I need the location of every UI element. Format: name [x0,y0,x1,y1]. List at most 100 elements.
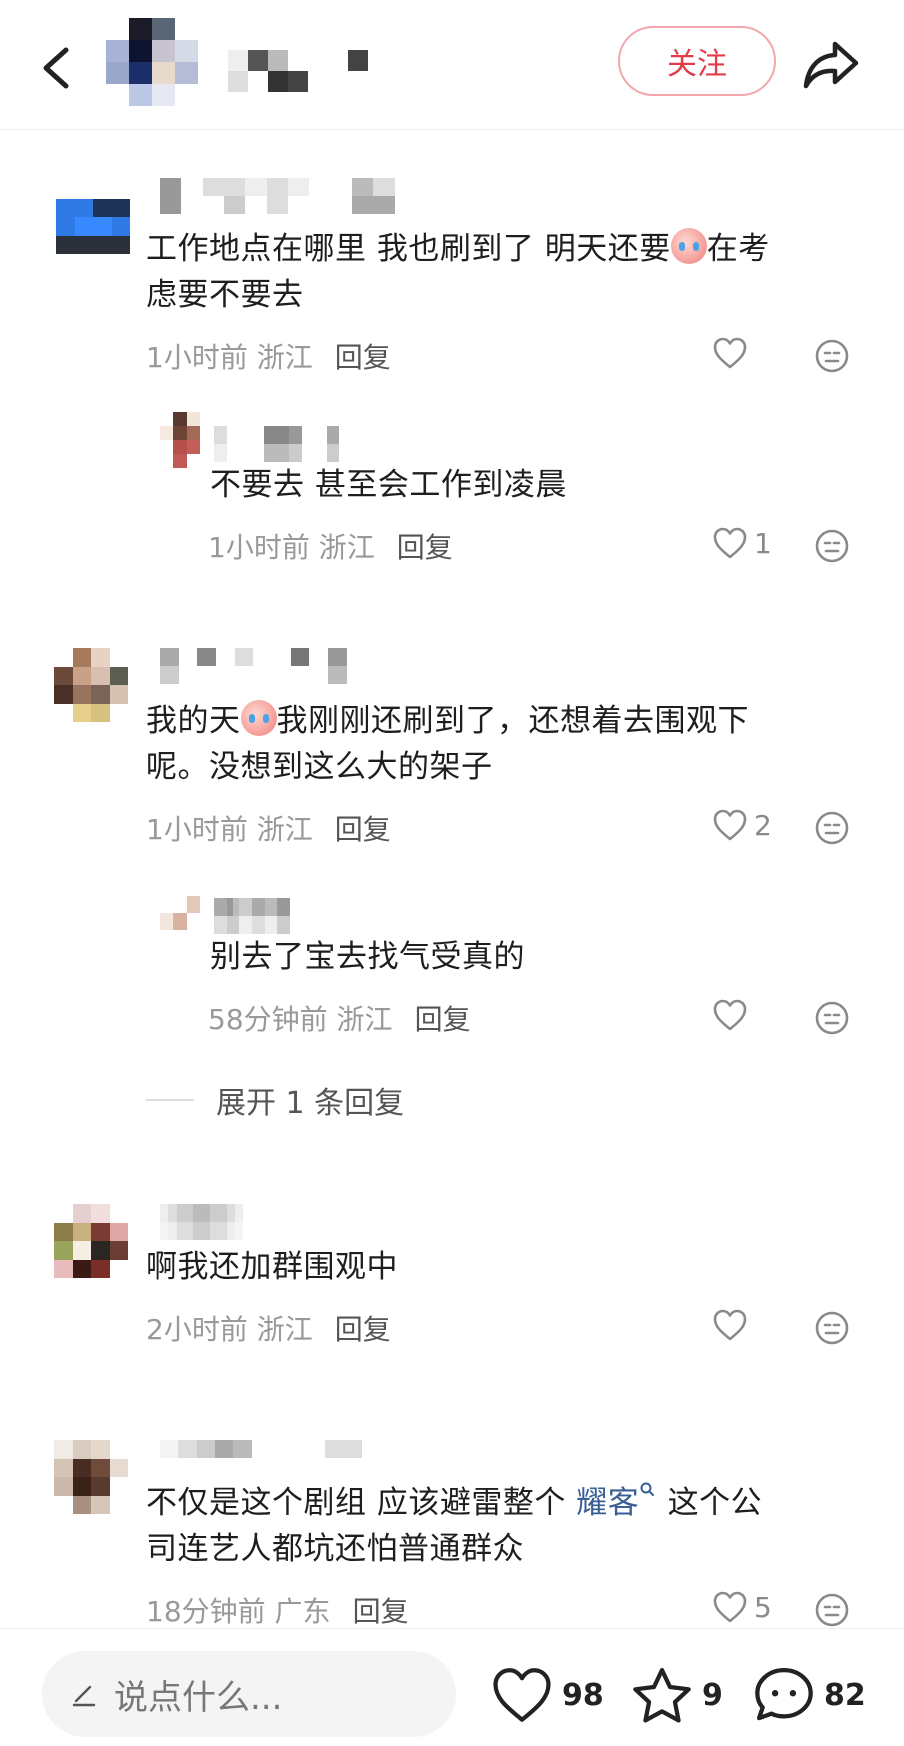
username[interactable] [160,1440,380,1476]
crying-emoji-icon [670,228,707,264]
comment-location: 浙江 [336,1003,393,1036]
comment-time: 58分钟前 [208,1003,328,1036]
comment-time: 1小时前 [208,531,310,564]
heart-icon [713,337,747,369]
comment-location: 浙江 [318,531,375,564]
collect-button[interactable]: 9 [630,1655,723,1735]
comment-bubble-icon [755,1667,813,1721]
follow-button[interactable]: 关注 [618,26,776,96]
like-count: 1 [754,526,772,560]
post-like-button[interactable]: 98 [490,1655,604,1735]
collect-count: 9 [702,1677,723,1713]
comment-text: 不仅是这个剧组 应该避雷整个 耀客 这个公 司连艺人都坑还怕普通群众 [146,1480,866,1572]
star-icon [633,1667,691,1723]
react-emoji-icon[interactable] [814,528,850,564]
input-placeholder: 说点什么... [114,1677,283,1718]
react-emoji-icon[interactable] [814,338,850,374]
comment-time: 1小时前 [146,341,248,374]
react-emoji-icon[interactable] [814,1592,850,1628]
react-emoji-icon[interactable] [814,810,850,846]
username[interactable] [214,898,290,934]
avatar[interactable] [160,412,200,468]
comment-text-part: 不仅是这个剧组 应该避雷整个 [146,1485,577,1521]
heart-icon [713,527,747,559]
author-avatar[interactable] [106,18,198,106]
comment-text-part: 司连艺人都坑还怕普通群众 [146,1531,524,1567]
username[interactable] [214,426,364,462]
comment-text-part: 呢。没想到这么大的架子 [146,749,493,785]
comment-meta: 1小时前 浙江 回复 [208,526,453,566]
like-count: 5 [754,1590,772,1624]
reply-button[interactable]: 回复 [335,336,391,376]
share-button[interactable] [798,34,864,96]
avatar[interactable] [54,1204,128,1278]
like-count: 2 [754,808,772,842]
heart-icon [713,809,747,841]
like-button[interactable]: 1 [712,526,772,560]
comment-text-part: 这个公 [657,1485,763,1521]
expand-replies-button[interactable]: 展开 1 条回复 [146,1078,404,1122]
comment-time: 1小时前 [146,813,248,846]
comment-meta: 2小时前 浙江 回复 [146,1308,391,1348]
comment-text-part: 不要去 甚至会工作到凌晨 [210,467,567,503]
expand-replies-label: 展开 1 条回复 [216,1086,405,1121]
heart-icon [493,1668,551,1722]
comment-location: 浙江 [256,341,313,374]
back-arrow-icon [43,47,69,89]
reply-button[interactable]: 回复 [397,526,453,566]
bottom-action-bar: 说点什么... 98 9 82 [0,1628,904,1746]
comment-text-part: 我的天 [146,703,241,739]
heart-icon [713,1591,747,1623]
react-emoji-icon[interactable] [814,1310,850,1346]
comment-count: 82 [824,1677,866,1713]
comment-text-part: 啊我还加群围观中 [146,1249,398,1285]
comment-input[interactable]: 说点什么... [42,1651,456,1737]
like-button[interactable] [712,336,754,370]
avatar[interactable] [56,180,130,254]
comment-count-button[interactable]: 82 [752,1655,866,1735]
author-name[interactable] [228,50,388,92]
comment-meta: 58分钟前 浙江 回复 [208,998,471,1038]
comment-text-part: 别去了宝去找气受真的 [210,939,525,975]
like-button[interactable]: 5 [712,1590,772,1624]
heart-icon [713,1309,747,1341]
comment-location: 广东 [274,1595,331,1628]
comment-time: 18分钟前 [146,1595,266,1628]
topic-link[interactable]: 耀客 [576,1485,639,1521]
back-button[interactable] [30,40,86,96]
comment-text-part: 虑要不要去 [146,277,304,313]
reply-button[interactable]: 回复 [335,808,391,848]
like-button[interactable]: 2 [712,808,772,842]
react-emoji-icon[interactable] [814,1000,850,1036]
reply-button[interactable]: 回复 [415,998,471,1038]
like-button[interactable] [712,1308,754,1342]
search-icon [640,1482,655,1496]
comment-location: 浙江 [256,1313,313,1346]
comment-text-part: 我刚刚还刷到了，还想着去围观下 [276,703,749,739]
comment-text-part: 工作地点在哪里 我也刷到了 明天还要 [146,231,671,267]
comment-time: 2小时前 [146,1313,248,1346]
divider [146,1099,194,1101]
comment-text: 别去了宝去找气受真的 [210,934,830,980]
avatar[interactable] [160,896,200,930]
comment-text: 我的天 我刚刚还刷到了，还想着去围观下 呢。没想到这么大的架子 [146,698,866,790]
comment-meta: 1小时前 浙江 回复 [146,808,391,848]
avatar[interactable] [54,1440,128,1514]
avatar[interactable] [54,648,128,722]
share-icon [803,41,859,89]
top-nav-bar: 关注 [0,0,904,130]
like-button[interactable] [712,998,754,1032]
comment-text: 啊我还加群围观中 [146,1244,846,1290]
reply-button[interactable]: 回复 [353,1590,409,1630]
username[interactable] [160,648,384,684]
comment-meta: 18分钟前 广东 回复 [146,1590,409,1630]
username[interactable] [160,1204,260,1240]
pen-icon [72,1685,96,1707]
heart-icon [713,999,747,1031]
comment-location: 浙江 [256,813,313,846]
comment-text: 不要去 甚至会工作到凌晨 [210,462,830,508]
reply-button[interactable]: 回复 [335,1308,391,1348]
username[interactable] [160,178,416,214]
post-like-count: 98 [562,1677,604,1713]
comment-text-part: 在考 [706,231,770,267]
